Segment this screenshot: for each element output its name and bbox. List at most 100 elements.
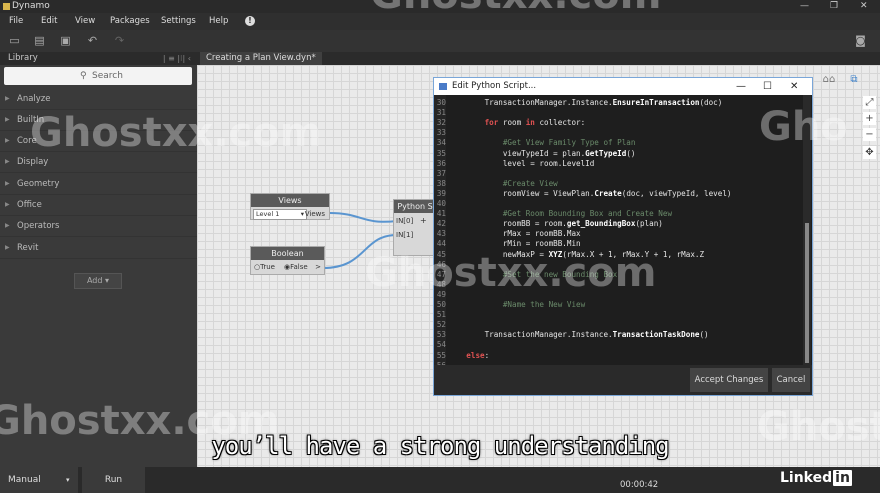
code-token: get_BoundingBox — [566, 219, 636, 229]
library-category-office[interactable]: ▶ Office — [0, 195, 197, 216]
line-number: 37 — [436, 168, 446, 178]
zoom-out-icon[interactable]: − — [863, 128, 876, 141]
search-icon: ⚲ — [80, 71, 87, 81]
accept-changes-button[interactable]: Accept Changes — [690, 368, 768, 392]
code-token: EnsureInTransaction — [612, 98, 700, 107]
add-label: Add — [86, 276, 103, 285]
redo-icon[interactable]: ↷ — [114, 35, 125, 46]
boolean-false-label: False — [290, 263, 308, 271]
chevron-right-icon: ▶ — [5, 95, 10, 102]
open-file-icon[interactable]: ▤ — [34, 35, 45, 46]
chevron-right-icon: ▶ — [5, 158, 10, 165]
code-token: TransactionTaskDone — [612, 330, 700, 340]
graph-view-icon[interactable]: ⧉ — [847, 73, 861, 86]
line-number: 43 — [436, 229, 446, 239]
code-line: level = room.LevelId — [448, 159, 594, 169]
code-token: for — [484, 118, 499, 128]
pan-icon[interactable]: ✥ — [863, 146, 876, 159]
menu-file[interactable]: File — [9, 16, 23, 26]
add-input-icon[interactable]: + — [420, 216, 427, 225]
maximize-button[interactable]: ❐ — [830, 0, 838, 13]
boolean-output-port[interactable]: > — [315, 263, 321, 271]
python-editor-icon — [439, 83, 447, 90]
code-token: #Create View — [448, 178, 558, 188]
python-in0-port[interactable]: IN[0] — [396, 217, 413, 225]
line-number: 53 — [436, 330, 446, 340]
minimize-button[interactable]: — — [800, 0, 809, 13]
python-in1-port[interactable]: IN[1] — [396, 231, 413, 239]
code-token: roomBB = room. — [448, 219, 567, 229]
library-category-operators[interactable]: ▶ Operators — [0, 216, 197, 237]
fit-view-icon[interactable]: ⤢ — [863, 96, 876, 109]
category-label: Analyze — [17, 94, 51, 104]
camera-icon[interactable]: ◙ — [855, 35, 866, 46]
menu-packages[interactable]: Packages — [110, 16, 150, 26]
add-button[interactable]: Add ▾ — [74, 273, 122, 289]
code-line: roomBB = room.get_BoundingBox(plan) — [448, 219, 663, 229]
save-icon[interactable]: ▣ — [60, 35, 71, 46]
undo-icon[interactable]: ↶ — [87, 35, 98, 46]
line-number: 40 — [436, 199, 446, 208]
editor-maximize-button[interactable]: ☐ — [763, 78, 772, 95]
views-level-dropdown[interactable]: Level 1 ▾ — [253, 209, 307, 220]
boolean-true-radio[interactable]: ○True — [254, 263, 275, 271]
code-token: (doc) — [699, 98, 723, 107]
new-file-icon[interactable]: ▭ — [9, 35, 20, 46]
menu-view[interactable]: View — [75, 16, 95, 26]
library-header: Library | ≡ |⁝| ‹ — [0, 52, 197, 65]
editor-minimize-button[interactable]: — — [736, 78, 746, 95]
code-token: #Get Room Bounding Box and Create New — [448, 209, 673, 219]
code-line: else: — [448, 351, 489, 361]
notification-icon[interactable]: ! — [245, 16, 255, 26]
code-line: rMax = roomBB.Max — [448, 229, 581, 239]
watermark: Ghostxx.com — [370, 0, 661, 18]
library-search[interactable]: ⚲ Search — [4, 67, 192, 85]
menu-settings[interactable]: Settings — [161, 16, 196, 26]
views-output-port[interactable]: Views — [305, 210, 325, 218]
code-token: room — [498, 118, 526, 128]
python-script-node[interactable]: Python S IN[0] + IN[1] — [393, 199, 437, 256]
category-label: Office — [17, 200, 42, 210]
views-node[interactable]: Views Level 1 ▾ Views — [250, 193, 330, 220]
tab-creating-plan-view[interactable]: Creating a Plan View.dyn* — [200, 52, 322, 65]
menu-edit[interactable]: Edit — [41, 16, 57, 26]
search-label: Search — [92, 71, 123, 81]
run-mode-value: Manual — [8, 475, 41, 485]
code-token: level = room.LevelId — [448, 158, 595, 168]
run-mode-dropdown[interactable]: Manual ▾ — [0, 467, 78, 493]
cancel-button[interactable]: Cancel — [772, 368, 810, 392]
editor-close-button[interactable]: ✕ — [790, 78, 798, 95]
line-number: 38 — [436, 178, 446, 188]
toolbar: ▭ ▤ ▣ ↶ ↷ ◙ — [0, 30, 880, 52]
boolean-node[interactable]: Boolean ○True ◉False > — [250, 246, 325, 275]
code-token: GetTypeId — [585, 148, 627, 158]
watermark: Ghostxx.com — [30, 110, 322, 156]
boolean-false-radio[interactable]: ◉False — [284, 263, 308, 271]
run-button[interactable]: Run — [82, 467, 145, 493]
code-token: (doc, viewTypeId, level) — [621, 188, 732, 198]
line-number: 44 — [436, 239, 446, 249]
python-node-title: Python S — [394, 200, 436, 213]
library-controls-icon[interactable]: | ≡ |⁝| ‹ — [163, 52, 191, 65]
python-editor-window: Edit Python Script... — ☐ ✕ 30 Transacti… — [433, 77, 813, 396]
views-level-value: Level 1 — [256, 210, 280, 218]
chevron-right-icon: ▶ — [5, 116, 10, 123]
scrollbar-thumb[interactable] — [805, 223, 809, 363]
close-button[interactable]: ✕ — [860, 0, 868, 13]
code-token: roomView = ViewPlan. — [448, 188, 595, 198]
zoom-in-icon[interactable]: + — [863, 112, 876, 125]
video-subtitle: you’ll have a strong understanding — [211, 432, 669, 460]
execution-bar: Manual ▾ Run 00:00:42 Linked in — [0, 467, 880, 493]
background-preview-icon[interactable]: ⌂⌂ — [817, 73, 841, 86]
category-label: Revit — [17, 243, 39, 253]
library-category-geometry[interactable]: ▶ Geometry — [0, 174, 197, 195]
line-number: 36 — [436, 158, 446, 168]
code-token: : — [484, 350, 490, 360]
library-category-analyze[interactable]: ▶ Analyze — [0, 89, 197, 110]
code-token: #Get View Family Type of Plan — [448, 138, 636, 148]
menu-help[interactable]: Help — [209, 16, 228, 26]
library-category-revit[interactable]: ▶ Revit — [0, 238, 197, 259]
code-token: in — [525, 118, 535, 128]
linkedin-text: Linked — [780, 470, 833, 486]
